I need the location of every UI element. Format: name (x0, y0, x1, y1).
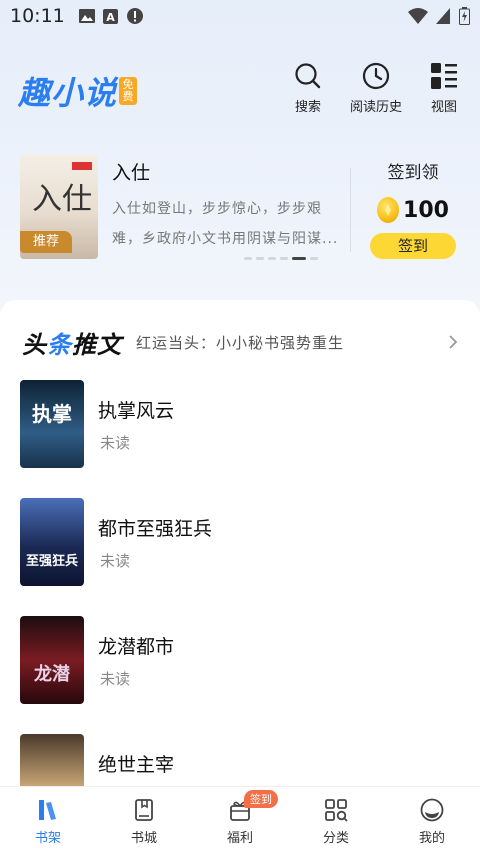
carousel-dot (280, 257, 288, 260)
reading-history-label: 阅读历史 (350, 100, 403, 115)
carousel-dot (268, 257, 276, 260)
bookshelf-icon (39, 800, 56, 820)
nav-welfare-label: 福利 (226, 831, 253, 846)
checkin-coin-amount: 100 (403, 197, 449, 223)
checkin-badge: 签到 (244, 790, 278, 808)
nav-profile-label: 我的 (418, 831, 445, 846)
checkin-panel: 签到领 100 签到 (358, 158, 468, 259)
book-item[interactable]: 至强狂兵 都市至强狂兵 未读 (0, 498, 480, 616)
carousel-indicator (244, 257, 318, 260)
book-status: 未读 (100, 670, 131, 688)
nav-profile[interactable]: 我的 (384, 787, 480, 853)
carousel-dot (292, 257, 306, 260)
bottom-navigation: 书架 书城 福利 签到 分类 我的 (0, 786, 480, 853)
book-title: 龙潜都市 (98, 636, 175, 658)
logo-text: 趣小说 (18, 74, 118, 112)
divider (350, 168, 351, 252)
logo-badge: 免费 (119, 77, 138, 105)
search-icon (295, 63, 321, 89)
recommend-cover-title: 入仕 (32, 182, 92, 217)
checkin-title: 签到领 (387, 163, 439, 183)
category-icon (325, 799, 348, 822)
search-button[interactable]: 搜索 (294, 62, 322, 115)
book-cover[interactable]: 执掌 (20, 380, 84, 468)
search-label: 搜索 (294, 100, 321, 115)
status-bar: 10:11 A (0, 0, 480, 32)
book-status: 未读 (100, 434, 131, 452)
book-cover-text: 执掌 (32, 402, 72, 426)
book-list: 执掌 执掌风云 未读 至强狂兵 都市至强狂兵 未读 龙潜 龙潜都市 未读 绝世主… (0, 380, 480, 786)
headline-title: 头条推文 (22, 325, 122, 360)
image-notification-icon (78, 8, 95, 24)
view-label: 视图 (430, 100, 457, 115)
view-button[interactable]: 视图 (430, 62, 458, 115)
cover-decoration (72, 162, 92, 170)
recommend-description: 入仕如登山，步步惊心，步步艰难，乡政府小文书用阴谋与阳谋... (112, 201, 339, 247)
app-logo: 趣小说 免费 (18, 68, 138, 114)
coin-icon (377, 197, 400, 223)
book-item[interactable]: 绝世主宰 未读 (0, 734, 480, 786)
book-item[interactable]: 执掌 执掌风云 未读 (0, 380, 480, 498)
profile-icon (420, 798, 444, 822)
nav-bookshelf-label: 书架 (34, 831, 61, 846)
book-item[interactable]: 龙潜 龙潜都市 未读 (0, 616, 480, 734)
book-cover-text: 至强狂兵 (25, 554, 78, 569)
book-title: 绝世主宰 (98, 754, 175, 776)
recommend-title[interactable]: 入仕 (112, 158, 150, 185)
status-time: 10:11 (10, 5, 65, 27)
alert-icon (126, 8, 143, 24)
nav-bookstore-label: 书城 (130, 831, 157, 846)
app-header: 趣小说 免费 搜索 阅读历史 视图 (0, 56, 480, 120)
book-status: 未读 (100, 552, 131, 570)
recommend-card[interactable]: 入仕 推荐 入仕 入仕如登山，步步惊心，步步艰难，乡政府小文书用阴谋与阳谋...… (0, 148, 480, 268)
book-cover[interactable]: 龙潜 (20, 616, 84, 704)
carousel-dot (256, 257, 264, 260)
bookshelf-panel: 头条推文 红运当头：小小秘书强势重生 执掌 执掌风云 未读 至强狂兵 都市至强狂… (0, 300, 480, 786)
headline-text: 红运当头：小小秘书强势重生 (136, 333, 345, 352)
wifi-icon (408, 8, 428, 24)
grid-view-icon (431, 63, 457, 89)
checkin-button[interactable]: 签到 (370, 233, 456, 259)
headline-banner[interactable]: 头条推文 红运当头：小小秘书强势重生 (0, 322, 480, 362)
svg-text:A: A (107, 11, 116, 24)
chevron-right-icon[interactable] (448, 334, 458, 350)
book-cover[interactable]: 至强狂兵 (20, 498, 84, 586)
book-title: 执掌风云 (98, 400, 175, 422)
reading-history-button[interactable]: 阅读历史 (350, 62, 402, 115)
recommend-tag: 推荐 (20, 231, 72, 253)
book-cover[interactable] (20, 734, 84, 786)
nav-welfare[interactable]: 福利 签到 (192, 787, 288, 853)
headline-title-part1: 头 (22, 329, 47, 359)
book-cover-text: 龙潜 (34, 664, 70, 685)
checkin-reward: 100 (358, 197, 468, 223)
clock-icon (362, 62, 390, 90)
nav-bookshelf[interactable]: 书架 (0, 787, 96, 853)
headline-title-part2: 推文 (72, 329, 122, 359)
headline-title-accent: 条 (47, 329, 72, 359)
a-notification-icon: A (103, 8, 119, 24)
carousel-dot (310, 257, 318, 260)
signal-icon (436, 8, 450, 24)
carousel-dot (244, 257, 252, 260)
nav-bookstore[interactable]: 书城 (96, 787, 192, 853)
book-icon (135, 799, 153, 821)
book-title: 都市至强狂兵 (98, 518, 213, 540)
nav-category[interactable]: 分类 (288, 787, 384, 853)
nav-category-label: 分类 (322, 831, 349, 846)
battery-icon (458, 7, 470, 25)
